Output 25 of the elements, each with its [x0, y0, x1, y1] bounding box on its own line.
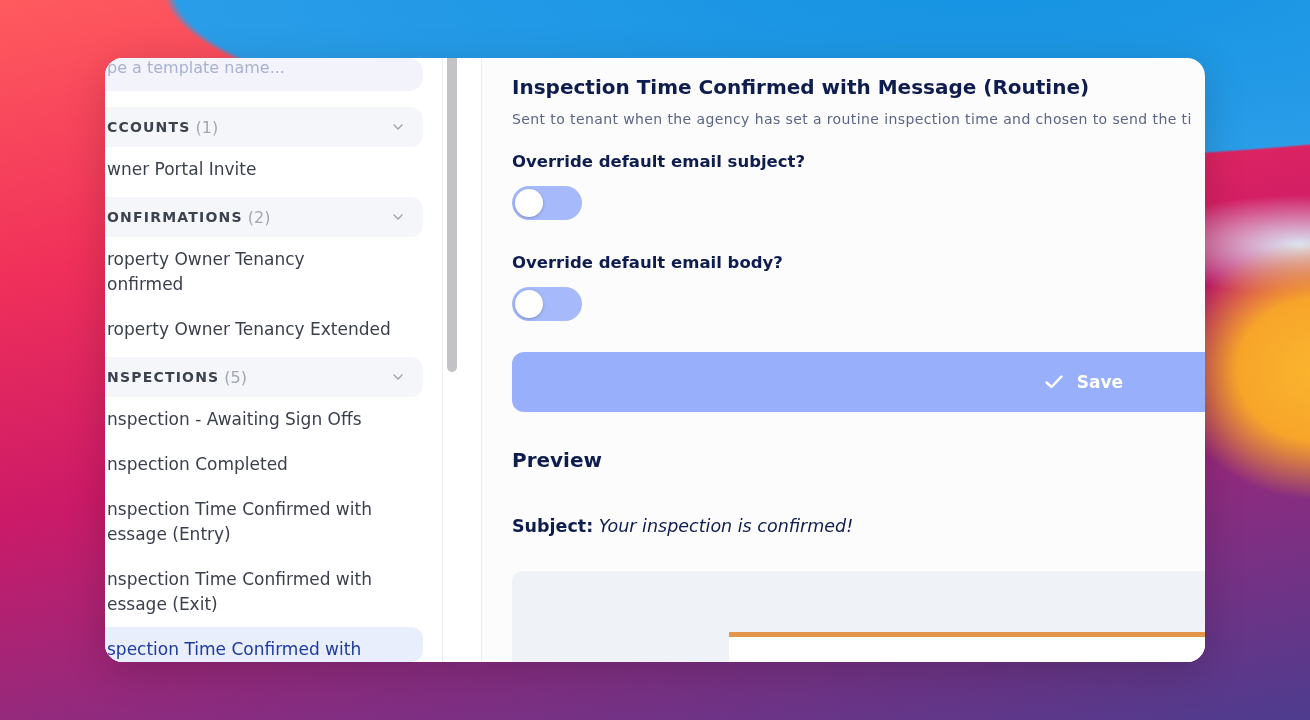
template-list-item[interactable]: nspection - Awaiting Sign Offs	[105, 397, 423, 442]
preview-heading: Preview	[512, 447, 603, 474]
chevron-down-icon	[393, 374, 403, 380]
category-header[interactable]: CCOUNTS (1)	[105, 107, 423, 147]
template-list-item[interactable]: spection Time Confirmed with	[105, 627, 423, 662]
chevron-down-icon	[393, 214, 403, 220]
check-icon	[1044, 375, 1063, 389]
search-field[interactable]: pe a template name...	[105, 58, 423, 91]
toggle-label: Override default email subject?	[512, 151, 806, 173]
template-list-item[interactable]: wner Portal Invite	[105, 147, 423, 192]
toggle-switch[interactable]	[512, 186, 582, 220]
category-header[interactable]: ONFIRMATIONS (2)	[105, 197, 423, 237]
scrollbar[interactable]	[447, 58, 457, 372]
template-title: Inspection Time Confirmed with Message (Routine)	[512, 74, 1090, 101]
email-subject-line: Subject: Your inspection is confirmed!	[512, 515, 854, 538]
template-list-item[interactable]: roperty Owner Tenancy Extended	[105, 307, 423, 352]
template-list-item[interactable]: nspection Completed	[105, 442, 423, 487]
category-header[interactable]: NSPECTIONS (5)	[105, 357, 423, 397]
chevron-down-icon	[393, 124, 403, 130]
template-list-item[interactable]: nspection Time Confirmed with essage (Exit)	[105, 557, 423, 627]
template-list-item[interactable]: nspection Time Confirmed with essage (Entry)	[105, 487, 423, 557]
template-list-item[interactable]: roperty Owner Tenancy onfirmed	[105, 237, 423, 307]
toggle-label: Override default email body?	[512, 252, 783, 274]
toggle-switch[interactable]	[512, 287, 582, 321]
template-description: Sent to tenant when the agency has set a routine inspection time and chosen to send the ti	[512, 110, 1192, 129]
